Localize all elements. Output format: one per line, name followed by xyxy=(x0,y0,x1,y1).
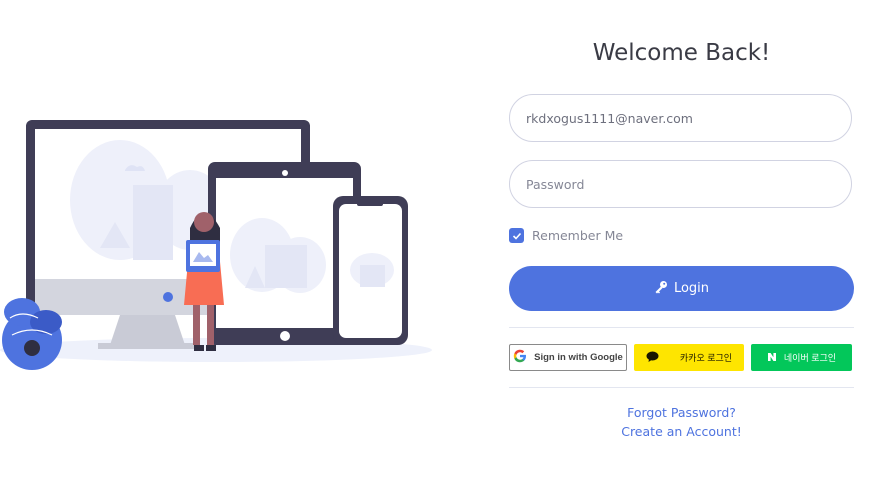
kakao-speech-bubble-icon xyxy=(646,351,659,365)
google-signin-label: Sign in with Google xyxy=(534,352,623,363)
password-field[interactable] xyxy=(509,160,852,208)
naver-login-label: 네이버 로그인 xyxy=(783,353,837,363)
remember-me-checkbox[interactable]: Remember Me xyxy=(509,228,623,243)
naver-login-button[interactable]: 네이버 로그인 xyxy=(751,344,852,371)
forgot-password-link[interactable]: Forgot Password? xyxy=(509,405,854,420)
kakao-login-label: 카카오 로그인 xyxy=(679,353,733,363)
page-title: Welcome Back! xyxy=(592,40,771,66)
divider-bottom xyxy=(509,387,854,388)
remember-me-label: Remember Me xyxy=(532,228,624,243)
key-icon xyxy=(654,280,668,298)
kakao-login-button[interactable]: 카카오 로그인 xyxy=(634,344,744,371)
login-panel: Welcome Back! Remember Me Login xyxy=(509,0,854,483)
login-button-label: Login xyxy=(673,281,710,296)
check-icon xyxy=(509,228,524,243)
email-field[interactable] xyxy=(509,94,852,142)
devices-illustration xyxy=(0,100,440,370)
naver-n-icon xyxy=(767,352,777,364)
create-account-link[interactable]: Create an Account! xyxy=(509,424,854,439)
google-signin-button[interactable]: Sign in with Google xyxy=(509,344,627,371)
divider-top xyxy=(509,327,854,328)
google-logo-icon xyxy=(513,349,527,366)
login-button[interactable]: Login xyxy=(509,266,854,311)
